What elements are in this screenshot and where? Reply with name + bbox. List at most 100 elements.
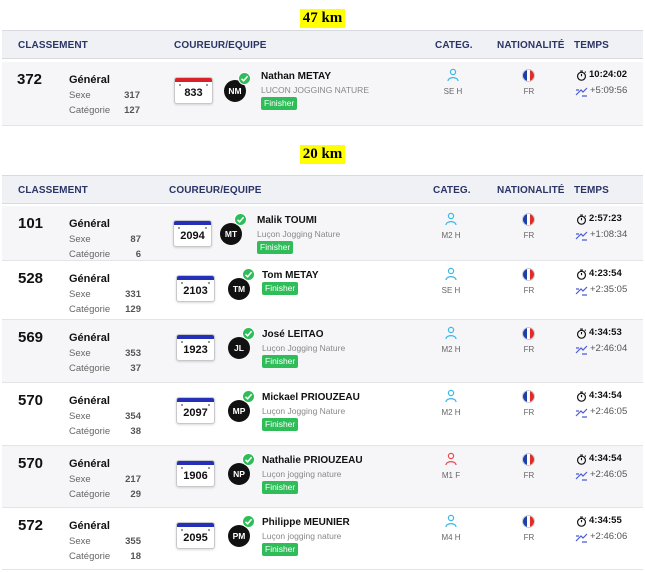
bib-stripe bbox=[177, 398, 214, 402]
avatar[interactable]: MT bbox=[220, 223, 242, 245]
header-classement[interactable]: CLASSEMENT bbox=[18, 185, 88, 196]
categorie-rank: 38 bbox=[130, 426, 141, 437]
sexe-label: Sexe bbox=[69, 289, 91, 300]
header-categ[interactable]: CATEG. bbox=[435, 40, 473, 51]
sexe-rank: 87 bbox=[130, 234, 141, 245]
sexe-rank: 354 bbox=[125, 411, 141, 422]
team-name[interactable]: Luçon Jogging Nature bbox=[257, 229, 340, 239]
bib-number: 2094 bbox=[173, 220, 212, 247]
bib-pin bbox=[208, 341, 210, 343]
runner-name[interactable]: Malik TOUMI bbox=[257, 215, 317, 226]
nationality-code: FR bbox=[523, 471, 535, 480]
categorie-label: Catégorie bbox=[69, 249, 111, 260]
runner-name[interactable]: Philippe MEUNIER bbox=[262, 517, 350, 528]
results-table: CLASSEMENT COUREUR/EQUIPE CATEG. NATIONALIT… bbox=[2, 175, 643, 570]
runner-name[interactable]: Mickael PRIOUZEAU bbox=[262, 392, 360, 403]
bib-pin bbox=[206, 84, 208, 86]
nationality-code: FR bbox=[523, 533, 535, 542]
header-coureur[interactable]: COUREUR/EQUIPE bbox=[169, 185, 262, 196]
header-classement[interactable]: CLASSEMENT bbox=[18, 40, 88, 51]
flag-band bbox=[530, 391, 534, 402]
sexe-label: Sexe bbox=[69, 348, 91, 359]
finish-time: 4:34:54 bbox=[589, 453, 622, 464]
rank-general: 570 bbox=[18, 455, 44, 472]
flag-band bbox=[530, 269, 534, 280]
stopwatch-icon bbox=[576, 514, 587, 532]
finish-time: 4:34:55 bbox=[589, 515, 622, 526]
sexe-label: Sexe bbox=[69, 234, 91, 245]
header-coureur[interactable]: COUREUR/EQUIPE bbox=[174, 40, 267, 51]
rank-general: 569 bbox=[18, 329, 44, 346]
avatar[interactable]: TM bbox=[228, 278, 250, 300]
table-row[interactable]: 569 Général Sexe Catégorie 353 37 1923 JL José L… bbox=[2, 320, 643, 383]
bib-number: 833 bbox=[174, 77, 213, 104]
table-row[interactable]: 101 Général Sexe Catégorie 87 6 2094 MT Malik TO… bbox=[2, 206, 643, 261]
bib-number-text: 833 bbox=[184, 87, 203, 99]
flag-band bbox=[530, 516, 534, 527]
table-row[interactable]: 572 Général Sexe Catégorie 355 18 2095 PM Philip… bbox=[2, 508, 643, 570]
nationality-code: FR bbox=[523, 231, 535, 240]
gap-icon bbox=[575, 85, 588, 103]
bib-number-text: 2094 bbox=[180, 230, 205, 242]
section-title: 20 km bbox=[0, 145, 645, 164]
runner-name[interactable]: Nathalie PRIOUZEAU bbox=[262, 455, 363, 466]
avatar[interactable]: PM bbox=[228, 525, 250, 547]
header-temps[interactable]: TEMPS bbox=[574, 40, 609, 51]
category-code: SE H bbox=[441, 286, 461, 295]
header-categ[interactable]: CATEG. bbox=[433, 185, 471, 196]
runner-name[interactable]: José LEITAO bbox=[262, 329, 324, 340]
header-nationalite[interactable]: NATIONALITÉ bbox=[497, 40, 565, 51]
avatar[interactable]: JL bbox=[228, 337, 250, 359]
bib-number: 1906 bbox=[176, 460, 215, 487]
stopwatch-icon bbox=[576, 389, 587, 407]
team-name[interactable]: Luçon jogging nature bbox=[262, 531, 341, 541]
bib-stripe bbox=[174, 221, 211, 225]
section-title: 47 km bbox=[0, 9, 645, 28]
table-row[interactable]: 372 Général Sexe Catégorie 317 127 833 NM Nathan… bbox=[2, 62, 643, 126]
verified-check-icon bbox=[234, 213, 247, 226]
table-header: CLASSEMENT COUREUR/EQUIPE CATEG. NATIONALIT… bbox=[2, 30, 643, 59]
team-name[interactable]: Luçon jogging nature bbox=[262, 469, 341, 479]
results-table: CLASSEMENT COUREUR/EQUIPE CATEG. NATIONALIT… bbox=[2, 30, 643, 126]
france-flag-icon bbox=[522, 268, 535, 281]
runner-name[interactable]: Nathan METAY bbox=[261, 71, 331, 82]
finish-time: 4:34:54 bbox=[589, 390, 622, 401]
sexe-label: Sexe bbox=[69, 90, 91, 101]
france-flag-icon bbox=[522, 453, 535, 466]
sexe-label: Sexe bbox=[69, 474, 91, 485]
team-name[interactable]: Luçon Jogging Nature bbox=[262, 343, 345, 353]
finisher-badge: Finisher bbox=[262, 355, 299, 368]
stopwatch-icon bbox=[576, 267, 587, 285]
sexe-rank: 355 bbox=[125, 536, 141, 547]
bib-pin bbox=[208, 404, 210, 406]
flag-band bbox=[530, 328, 534, 339]
team-name[interactable]: LUCON JOGGING NATURE bbox=[261, 85, 369, 95]
finisher-badge: Finisher bbox=[262, 543, 299, 556]
category-code: M1 F bbox=[441, 471, 461, 480]
verified-check-icon bbox=[242, 327, 255, 340]
male-person-icon bbox=[446, 68, 460, 82]
sexe-rank: 331 bbox=[125, 289, 141, 300]
stopwatch-icon bbox=[576, 212, 587, 230]
table-row[interactable]: 528 Général Sexe Catégorie 331 129 2103 TM Tom M… bbox=[2, 261, 643, 320]
bib-number-text: 1923 bbox=[183, 344, 208, 356]
table-row[interactable]: 570 Général Sexe Catégorie 354 38 2097 MP Mickae… bbox=[2, 383, 643, 446]
categorie-rank: 127 bbox=[124, 105, 140, 116]
male-person-icon bbox=[444, 389, 458, 403]
female-person-icon bbox=[444, 452, 458, 466]
bib-number-text: 1906 bbox=[183, 470, 208, 482]
runner-name[interactable]: Tom METAY bbox=[262, 270, 318, 281]
finisher-badge: Finisher bbox=[262, 481, 299, 494]
team-name[interactable]: Luçon Jogging Nature bbox=[262, 406, 345, 416]
header-nationalite[interactable]: NATIONALITÉ bbox=[497, 185, 565, 196]
categorie-label: Catégorie bbox=[69, 489, 111, 500]
general-label: Général bbox=[69, 458, 110, 470]
avatar[interactable]: NP bbox=[228, 463, 250, 485]
avatar[interactable]: MP bbox=[228, 400, 250, 422]
table-row[interactable]: 570 Général Sexe Catégorie 217 29 1906 NP Nathal… bbox=[2, 446, 643, 508]
sexe-label: Sexe bbox=[69, 411, 91, 422]
france-flag-icon bbox=[522, 390, 535, 403]
header-temps[interactable]: TEMPS bbox=[574, 185, 609, 196]
gap-icon bbox=[575, 406, 588, 424]
bib-pin bbox=[181, 529, 183, 531]
